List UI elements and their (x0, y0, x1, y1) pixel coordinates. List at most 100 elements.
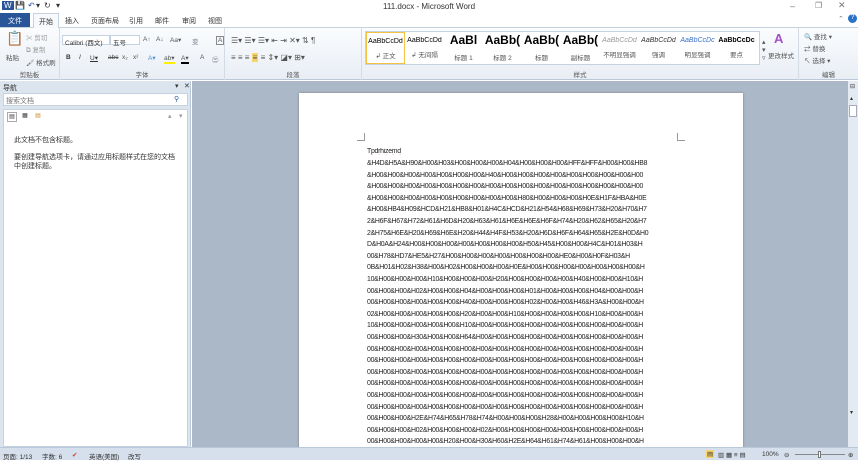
document-line: 00&H00&H00&H00&H00&H00&H00&H00&H00&H00&H… (367, 368, 644, 376)
char-border-button[interactable]: A (216, 36, 225, 45)
maximize-icon[interactable]: ❐ (815, 1, 822, 10)
collapse-ribbon-icon[interactable]: ⌃ (838, 15, 844, 23)
italic-button[interactable]: I (79, 54, 81, 61)
find-button[interactable]: 🔍 查找 ▾ (804, 31, 832, 41)
ruler-toggle-icon[interactable]: ⊟ (850, 83, 855, 90)
document-line: 02&H00&H00&H00&H00&H00&H20&H00&H00&H10&H… (367, 310, 644, 318)
window-title: 111.docx - Microsoft Word (382, 2, 476, 11)
zoom-slider-thumb[interactable] (818, 451, 821, 458)
select-button[interactable]: ↖ 选择 ▾ (804, 55, 830, 65)
char-shading-button[interactable]: A (200, 54, 204, 61)
enclose-char-button[interactable]: ㊂ (212, 54, 219, 64)
tab-home[interactable]: 开始 (33, 13, 59, 28)
style-name: 不明显强调 (603, 52, 636, 59)
style-0[interactable]: AaBbCcDd ↲ 正文 (366, 32, 405, 64)
style-name: 副标题 (570, 55, 591, 62)
browse-headings-tab-icon[interactable]: ▤ (7, 112, 17, 122)
shrink-font-button[interactable]: A↓ (156, 36, 164, 43)
change-case-button[interactable]: Aa▾ (170, 36, 181, 44)
previous-icon[interactable]: ▴ (168, 112, 172, 120)
zoom-in-icon[interactable]: ⊕ (848, 451, 853, 459)
cut-button[interactable]: ✂ 剪切 (26, 32, 47, 42)
style-1[interactable]: AaBbCcDd ↲ 无间隔 (405, 32, 444, 64)
tab-review[interactable]: 审阅 (177, 15, 201, 27)
tab-file[interactable]: 文件 (0, 13, 30, 27)
document-area: Tpdrhizemd &H4D&H5A&H90&H00&H03&H00&H00&… (192, 81, 848, 453)
editing-group: 🔍 查找 ▾ ⇄ 替换 ↖ 选择 ▾ 编辑 (799, 28, 858, 80)
style-name: 标题 1 (454, 55, 473, 62)
style-3[interactable]: AaBb(标题 2 (483, 32, 522, 64)
underline-button[interactable]: U▾ (90, 54, 98, 62)
document-page[interactable]: Tpdrhizemd &H4D&H5A&H90&H00&H03&H00&H00&… (299, 93, 743, 453)
font-size-select[interactable]: 五号 (110, 35, 140, 47)
nav-options-icon[interactable]: ▾ (175, 82, 179, 90)
view-buttons-icon[interactable]: ▥ ▦ ≡ ▤ (718, 451, 746, 459)
search-icon[interactable]: ⚲ (174, 95, 179, 103)
tab-view[interactable]: 视图 (203, 15, 227, 27)
scroll-up-icon[interactable]: ▴ (850, 95, 853, 102)
find-label: 查找 ▾ (813, 34, 832, 41)
change-styles-button[interactable]: 更改样式 (768, 50, 794, 60)
subscript-button[interactable]: x₂ (122, 54, 128, 61)
font-group: Calibri (西文) 五号 A↑ A↓ Aa▾ 变 A B I U▾ abc… (60, 28, 225, 80)
bullets-icon[interactable]: ☰▾ ☰▾ ☰▾ ⇤ ⇥ ✕▾ ⇅ ¶ (231, 36, 315, 45)
document-line: 00&H00&H00&H02&H00&H00&H00&H02&H00&H00&H… (367, 426, 644, 434)
style-2[interactable]: AaBl 标题 1 (444, 32, 483, 64)
bold-button[interactable]: B (66, 54, 71, 61)
crop-mark (677, 133, 685, 141)
document-line: 00&H00&H00&H02&H00&H00&H04&H00&H00&H00&H… (367, 287, 644, 295)
style-8[interactable]: AaBbCcDc 明显强调 (678, 32, 717, 64)
document-line: 00&H00&H00&H00&H00&H00&H00&H00&H00&H00&H… (367, 345, 644, 353)
style-7[interactable]: AaBbCcDd 强调 (639, 32, 678, 64)
justify-icon[interactable]: ≡ (251, 53, 259, 62)
zoom-level[interactable]: 100% (762, 451, 779, 458)
highlight-button[interactable]: ab▾ (164, 54, 175, 64)
font-color-button[interactable]: A▾ (181, 54, 189, 64)
document-heading: Tpdrhizemd (367, 148, 401, 155)
paste-icon[interactable]: 📋 (6, 30, 23, 47)
nav-close-icon[interactable]: ✕ (184, 82, 190, 90)
help-icon[interactable]: ? (848, 14, 857, 23)
tab-page-layout[interactable]: 页面布局 (86, 15, 124, 27)
style-4[interactable]: AaBb(标题 (522, 32, 561, 64)
editing-label: 编辑 (822, 72, 835, 79)
replace-button[interactable]: ⇄ 替换 (804, 43, 825, 53)
scroll-down-icon[interactable]: ▾ (850, 409, 853, 416)
next-icon[interactable]: ▾ (179, 112, 183, 120)
style-5[interactable]: AaBb( 副标题 (561, 32, 600, 64)
browse-results-tab-icon[interactable]: ▤ (33, 112, 43, 122)
change-styles-icon[interactable]: A (774, 31, 783, 46)
proofing-icon[interactable]: ✔ (72, 451, 77, 459)
copy-button[interactable]: ⧉ 复制 (26, 44, 45, 55)
scrollbar-thumb[interactable] (849, 105, 857, 117)
paste-button[interactable]: 粘贴 (6, 52, 19, 62)
grow-font-button[interactable]: A↑ (143, 36, 151, 43)
vertical-scrollbar[interactable]: ⊟ ▴ ▾ (848, 81, 858, 447)
style-6[interactable]: AaBbCcDd 不明显强调 (600, 32, 639, 64)
style-name: ↲ 正文 (375, 53, 396, 60)
browse-pages-tab-icon[interactable]: ▦ (20, 112, 30, 122)
font-name-select[interactable]: Calibri (西文) (62, 35, 110, 47)
style-preview: AaBl (449, 33, 478, 47)
style-preview: AaBb( (562, 33, 599, 47)
zoom-out-icon[interactable]: ⊖ (784, 451, 789, 459)
strikethrough-button[interactable]: abc (108, 54, 118, 61)
document-line: 00&H00&H00&H00&H00&H20&H00&H30&H60&H2E&H… (367, 438, 644, 446)
tab-mailings[interactable]: 邮件 (150, 15, 174, 27)
superscript-button[interactable]: x² (133, 54, 138, 61)
minimize-icon[interactable]: – (790, 1, 795, 11)
document-line: 2&H75&H6E&H20&H69&H6E&H20&H44&H4F&H53&H2… (367, 229, 649, 237)
style-preview: AaBbCcDd (407, 37, 442, 44)
status-bar: 页面: 1/13 字数: 6 ✔ 英语(美国) 改写 ▤ ▥ ▦ ≡ ▤ 100… (0, 447, 858, 461)
format-painter-button[interactable]: 🖌 格式刷 (26, 57, 56, 67)
gallery-scroll[interactable]: ▴ ▾ ▿ (762, 38, 766, 62)
phonetic-button[interactable]: 变 (192, 36, 199, 46)
print-layout-icon[interactable]: ▤ (706, 450, 715, 458)
style-9[interactable]: AaBbCcDc 要点 (717, 32, 756, 64)
align-buttons[interactable]: ≡ ≡ ≡ ≡ ≡ ⇕▾ ◪▾ ⊞▾ (231, 53, 305, 62)
tab-references[interactable]: 引用 (124, 15, 148, 27)
search-document-input[interactable]: 搜索文档 ⚲ (3, 93, 188, 106)
text-effects-button[interactable]: A▾ (148, 54, 156, 62)
tab-insert[interactable]: 插入 (60, 15, 84, 27)
close-icon[interactable]: ✕ (838, 0, 846, 11)
